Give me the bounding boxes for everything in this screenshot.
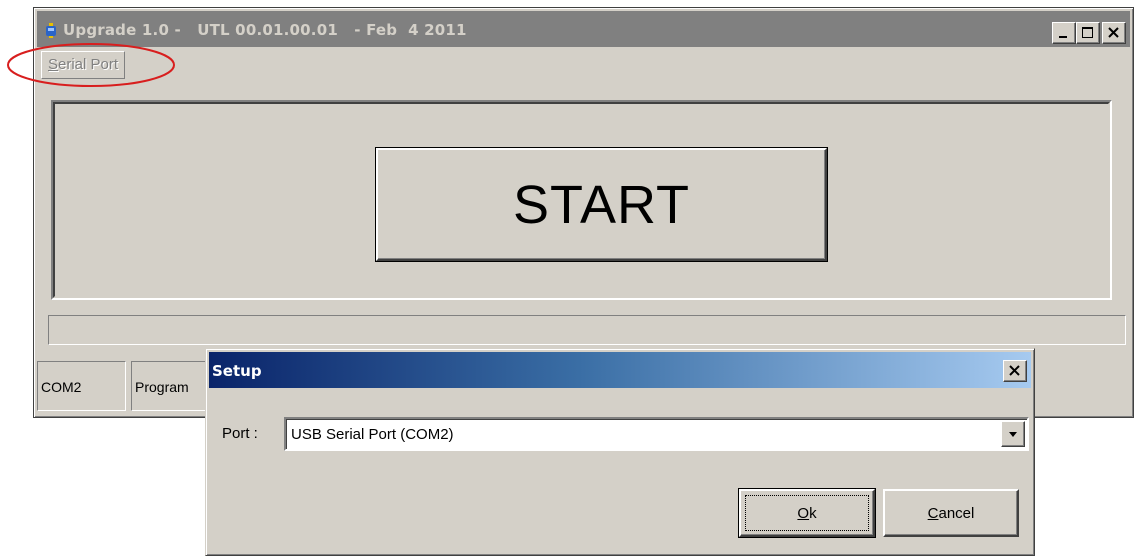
minimize-icon	[1059, 36, 1067, 38]
menu-serial-port-label: erial Port	[58, 56, 119, 73]
cancel-mnemonic: C	[927, 504, 939, 522]
dropdown-arrow-icon	[1009, 432, 1017, 437]
close-icon	[1108, 27, 1119, 38]
maximize-button[interactable]	[1076, 22, 1100, 44]
app-icon	[46, 23, 56, 38]
port-dropdown-button[interactable]	[1001, 421, 1025, 447]
progress-bar	[48, 315, 1126, 345]
close-button[interactable]	[1102, 22, 1126, 44]
cancel-label: ancel	[938, 504, 975, 522]
ok-button[interactable]: Ok	[739, 489, 875, 537]
port-label: Port :	[222, 425, 258, 442]
setup-titlebar[interactable]: Setup	[209, 352, 1031, 388]
main-titlebar[interactable]: Upgrade 1.0 - UTL 00.01.00.01 - Feb 4 20…	[37, 11, 1130, 47]
port-select-value: USB Serial Port (COM2)	[291, 426, 454, 443]
close-icon	[1009, 365, 1020, 376]
start-button[interactable]: START	[376, 148, 827, 261]
port-select[interactable]: USB Serial Port (COM2)	[284, 417, 1029, 451]
setup-dialog: Setup Port : USB Serial Port (COM2) Ok C…	[205, 348, 1035, 556]
maximize-icon	[1082, 27, 1093, 38]
setup-title: Setup	[212, 362, 262, 380]
setup-close-button[interactable]	[1003, 360, 1027, 382]
minimize-button[interactable]	[1052, 22, 1076, 44]
main-window-title: Upgrade 1.0 - UTL 00.01.00.01 - Feb 4 20…	[63, 21, 467, 39]
ok-focus-rect	[745, 495, 869, 531]
status-port: COM2	[37, 361, 126, 411]
menu-serial-port[interactable]: Serial Port	[41, 51, 126, 79]
cancel-button[interactable]: Cancel	[883, 489, 1019, 537]
menu-serial-port-mnemonic: S	[48, 56, 59, 73]
start-frame: START	[51, 100, 1112, 300]
start-frame-inner: START	[53, 102, 1110, 298]
